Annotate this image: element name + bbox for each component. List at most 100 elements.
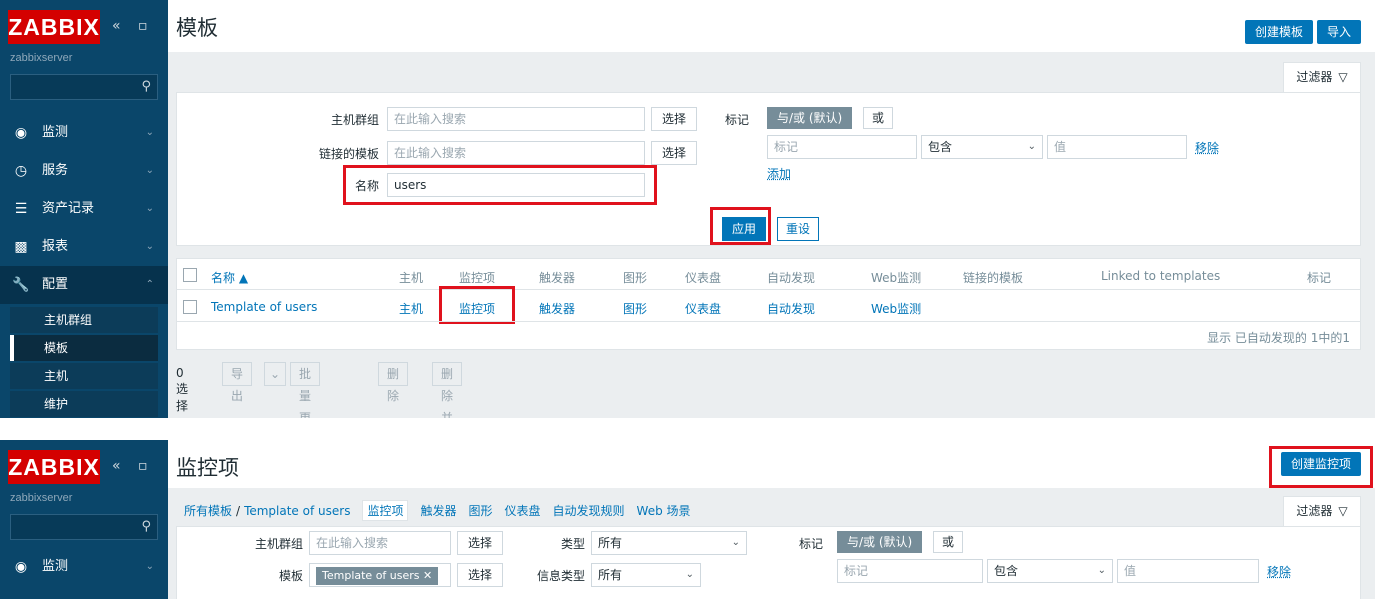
kiosk-mode-icon[interactable]: ▫ bbox=[138, 458, 148, 474]
mass-update-button[interactable]: 批量更新 bbox=[290, 362, 321, 418]
export-dropdown-icon[interactable]: ⌄ bbox=[264, 362, 287, 386]
sidebar-search-input[interactable]: ⚲ bbox=[10, 74, 158, 100]
zabbix-logo[interactable]: ZABBIX bbox=[8, 450, 100, 484]
type-select[interactable]: 所有 ⌄ bbox=[591, 531, 747, 555]
host-group-input[interactable]: 在此输入搜索 bbox=[387, 107, 645, 131]
funnel-icon: ▽ bbox=[1338, 504, 1348, 518]
tags-and-or-toggle[interactable]: 与/或 (默认) bbox=[837, 531, 923, 553]
discovery-link[interactable]: 自动发现 bbox=[767, 300, 815, 317]
search-icon[interactable]: ⚲ bbox=[141, 519, 151, 534]
tag-operator-select[interactable]: 包含 ⌄ bbox=[987, 559, 1113, 583]
template-select-button[interactable]: 选择 bbox=[457, 563, 504, 587]
reset-button[interactable]: 重设 bbox=[777, 217, 820, 241]
main-content: 模板 创建模板 导入 过滤器 ▽ 主机群组 在此输入搜索 选择 链接的模板 在此输… bbox=[168, 0, 1375, 418]
dashboards-link[interactable]: 仪表盘 bbox=[685, 300, 721, 317]
add-tag-link[interactable]: 添加 bbox=[767, 165, 791, 182]
linked-templates-select-button[interactable]: 选择 bbox=[651, 141, 698, 165]
filter-tab[interactable]: 过滤器 ▽ bbox=[1283, 496, 1361, 526]
column-header-items: 监控项 bbox=[459, 271, 496, 285]
chevron-up-icon: ⌃ bbox=[145, 279, 154, 290]
template-multiselect[interactable]: Template of users ✕ bbox=[309, 563, 451, 587]
clock-icon: ◷ bbox=[14, 163, 28, 179]
menu-configuration[interactable]: 🔧 配置 ⌃ bbox=[0, 266, 168, 304]
tag-name-input[interactable]: 标记 bbox=[767, 135, 917, 159]
host-group-input[interactable]: 在此输入搜索 bbox=[309, 531, 451, 555]
info-type-select[interactable]: 所有 ⌄ bbox=[591, 563, 701, 587]
delete-and-clear-button[interactable]: 删除并清除 bbox=[432, 362, 463, 418]
import-button[interactable]: 导入 bbox=[1316, 20, 1361, 44]
hosts-link[interactable]: 主机 bbox=[399, 300, 423, 317]
tag-operator-value: 包含 bbox=[994, 564, 1019, 578]
menu-label: 服务 bbox=[42, 163, 69, 178]
remove-tag-link[interactable]: 移除 bbox=[1195, 139, 1219, 156]
submenu-maintenance[interactable]: 维护 bbox=[10, 391, 158, 417]
select-all-checkbox[interactable] bbox=[183, 268, 197, 282]
host-group-select-button[interactable]: 选择 bbox=[457, 531, 504, 555]
menu-monitoring[interactable]: ◉ 监测 ⌄ bbox=[0, 114, 168, 152]
tags-and-or-toggle[interactable]: 与/或 (默认) bbox=[767, 107, 853, 129]
breadcrumb-template[interactable]: Template of users bbox=[244, 504, 350, 518]
info-type-value: 所有 bbox=[598, 568, 623, 582]
tab-graphs[interactable]: 图形 bbox=[468, 502, 492, 519]
row-checkbox[interactable] bbox=[183, 300, 197, 314]
filter-tab[interactable]: 过滤器 ▽ bbox=[1283, 62, 1361, 92]
breadcrumb-all-templates[interactable]: 所有模板 bbox=[184, 502, 232, 519]
web-link[interactable]: Web监测 bbox=[871, 300, 921, 317]
submenu-templates[interactable]: 模板 bbox=[10, 335, 158, 361]
host-group-select-button[interactable]: 选择 bbox=[651, 107, 698, 131]
tag-name-input[interactable]: 标记 bbox=[837, 559, 983, 583]
zabbix-logo[interactable]: ZABBIX bbox=[8, 10, 100, 44]
menu-monitoring[interactable]: ◉ 监测 ⌄ bbox=[0, 548, 168, 586]
export-button[interactable]: 导出 bbox=[222, 362, 253, 403]
menu-label: 资产记录 bbox=[42, 201, 95, 216]
create-template-button[interactable]: 创建模板 bbox=[1244, 20, 1313, 44]
sidebar: ZABBIX « ▫ zabbixserver ⚲ ◉ 监测 ⌄ ◷ 服务 ⌄ … bbox=[0, 0, 168, 418]
column-header-tags: 标记 bbox=[1307, 271, 1332, 285]
header-divider bbox=[177, 289, 1360, 290]
graphs-link[interactable]: 图形 bbox=[623, 300, 647, 317]
linked-templates-input[interactable]: 在此输入搜索 bbox=[387, 141, 645, 165]
column-header-graphs: 图形 bbox=[623, 271, 648, 285]
tab-dashboards[interactable]: 仪表盘 bbox=[505, 502, 541, 519]
chevron-down-icon: ⌄ bbox=[685, 569, 694, 580]
close-icon[interactable]: ✕ bbox=[423, 569, 432, 582]
remove-tag-link[interactable]: 移除 bbox=[1267, 563, 1291, 580]
page-title: 模板 bbox=[176, 16, 218, 40]
chevron-down-icon: ⌄ bbox=[145, 241, 154, 252]
tag-value-input[interactable]: 值 bbox=[1047, 135, 1187, 159]
tag-value-input[interactable]: 值 bbox=[1117, 559, 1259, 583]
collapse-sidebar-icon[interactable]: « bbox=[112, 18, 121, 34]
column-header-name[interactable]: 名称 ▲ bbox=[211, 269, 248, 286]
submenu-hosts[interactable]: 主机 bbox=[10, 363, 158, 389]
menu-services[interactable]: ◷ 服务 ⌄ bbox=[0, 152, 168, 190]
column-header-discovery: 自动发现 bbox=[767, 271, 816, 285]
kiosk-mode-icon[interactable]: ▫ bbox=[138, 18, 148, 34]
tab-triggers[interactable]: 触发器 bbox=[420, 502, 456, 519]
menu-reports[interactable]: ▩ 报表 ⌄ bbox=[0, 228, 168, 266]
tag-operator-select[interactable]: 包含 ⌄ bbox=[921, 135, 1043, 159]
selected-count: 0 选择 bbox=[176, 366, 189, 413]
tab-web-scenarios[interactable]: Web 场景 bbox=[637, 502, 691, 519]
sidebar-search-input[interactable]: ⚲ bbox=[10, 514, 158, 540]
items-screen: ZABBIX « ▫ zabbixserver ⚲ ◉ 监测 ⌄ 监控项 创建监… bbox=[0, 440, 1375, 599]
server-name: zabbixserver bbox=[10, 492, 73, 504]
delete-button[interactable]: 删除 bbox=[378, 362, 409, 403]
search-icon[interactable]: ⚲ bbox=[141, 79, 151, 94]
tag-operator-value: 包含 bbox=[928, 140, 953, 154]
triggers-link[interactable]: 触发器 bbox=[539, 300, 575, 317]
column-header-web: Web监测 bbox=[871, 271, 922, 285]
server-name: zabbixserver bbox=[10, 52, 73, 64]
tags-or-toggle[interactable]: 或 bbox=[863, 107, 894, 129]
menu-inventory[interactable]: ☰ 资产记录 ⌄ bbox=[0, 190, 168, 228]
menu-label: 监测 bbox=[42, 125, 69, 140]
tags-or-toggle[interactable]: 或 bbox=[933, 531, 964, 553]
tab-items[interactable]: 监控项 bbox=[362, 500, 409, 521]
submenu-host-groups[interactable]: 主机群组 bbox=[10, 307, 158, 333]
tab-discovery-rules[interactable]: 自动发现规则 bbox=[553, 502, 625, 519]
breadcrumb-separator: / bbox=[236, 504, 241, 518]
filter-tabbar: 所有模板 / Template of users 监控项 触发器 图形 仪表盘 自动发现规则 W… bbox=[176, 494, 1361, 526]
template-name-link[interactable]: Template of users bbox=[211, 300, 317, 314]
collapse-sidebar-icon[interactable]: « bbox=[112, 458, 121, 474]
highlight-apply-button bbox=[710, 207, 771, 245]
eye-icon: ◉ bbox=[14, 125, 28, 141]
